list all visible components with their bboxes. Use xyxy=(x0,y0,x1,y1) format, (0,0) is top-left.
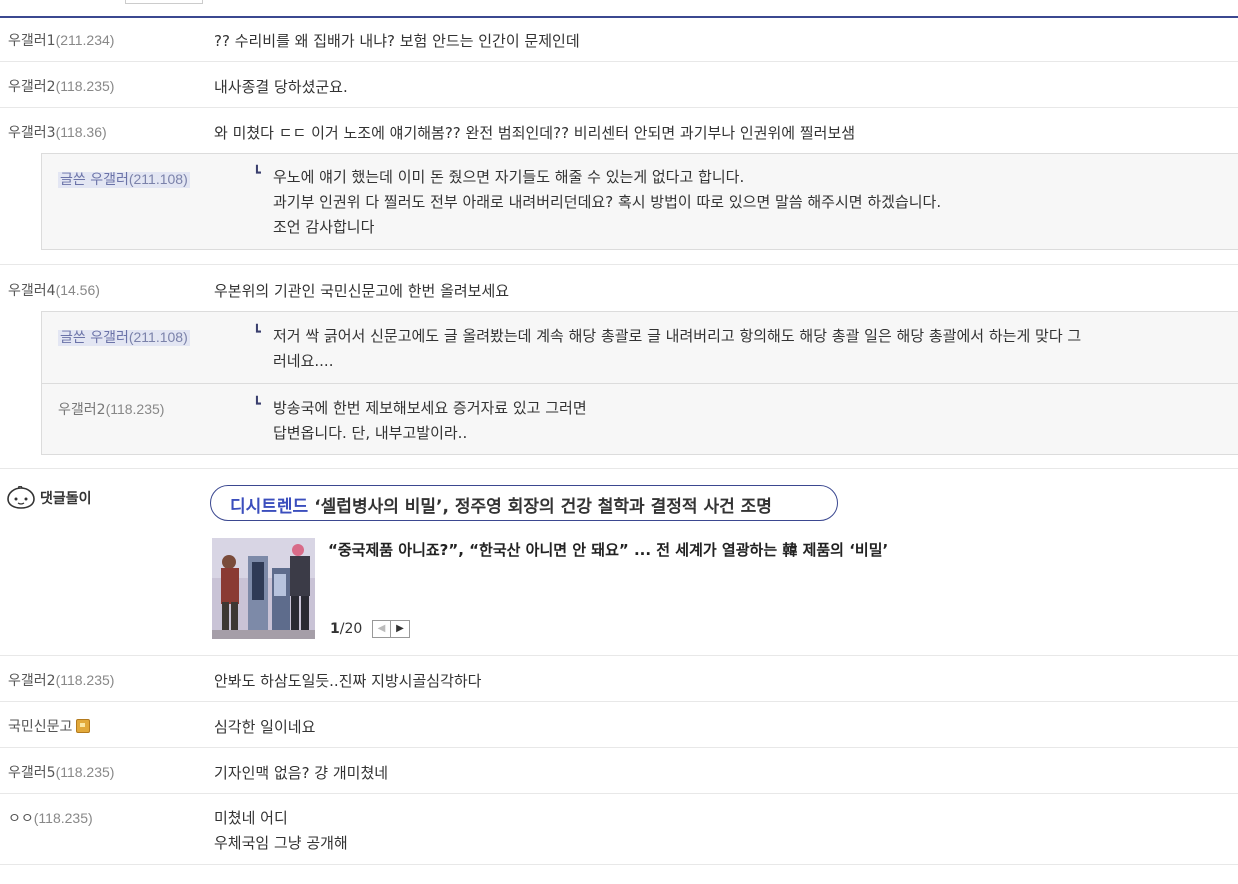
comment-text: ?? 수리비를 왜 집배가 내냐? 보험 안드는 인간이 문제인데 xyxy=(214,32,580,50)
reply-text: 우노에 얘기 했는데 이미 돈 줬으면 자기들도 해줄 수 있는게 없다고 합니… xyxy=(273,165,941,240)
comment-author[interactable]: 우갤러4(14.56) xyxy=(8,280,100,300)
fixed-nick-badge-icon xyxy=(76,719,91,733)
author-ip: (211.108) xyxy=(128,329,188,345)
author-name[interactable]: 우갤러2 xyxy=(8,79,56,95)
author-name[interactable]: 우갤러4 xyxy=(8,283,56,299)
author-ip: (118.235) xyxy=(55,672,115,688)
author-ip: (211.234) xyxy=(55,32,115,48)
reply-line: 방송국에 한번 제보해보세요 증거자료 있고 그러면 xyxy=(273,399,587,417)
tab-stub[interactable] xyxy=(125,0,203,4)
trend-headline-link[interactable]: 디시트렌드 ‘셀럽병사의 비밀’, 정주영 회장의 건강 철학과 결정적 사건 조… xyxy=(210,485,838,521)
reply-line: 러네요.... xyxy=(273,352,334,370)
brand-name: 디시트렌드 xyxy=(230,497,309,517)
comment-row: 우갤러2(118.235) 안봐도 하삼도일듯..진짜 지방시골심각하다 xyxy=(0,656,1238,702)
comment-row: 우갤러4(14.56) 우본위의 기관인 국민신문고에 한번 올려보세요 글쓴 … xyxy=(0,266,1238,469)
comment-text: 와 미쳤다 ㄷㄷ 이거 노조에 얘기해봄?? 완전 범죄인데?? 비리센터 안되… xyxy=(214,124,856,142)
chevron-right-icon[interactable]: ▶ xyxy=(391,620,410,638)
comment-row: 우갤러3(118.36) 와 미쳤다 ㄷㄷ 이거 노조에 얘기해봄?? 완전 범… xyxy=(0,108,1238,265)
reply-author[interactable]: 우갤러2(118.235) xyxy=(58,399,164,419)
comment-author[interactable]: 우갤러1(211.234) xyxy=(8,30,114,50)
reply-list: 글쓴 우갤러(211.108) ┗ 저거 싹 긁어서 신문고에도 글 올려봤는데… xyxy=(41,311,1238,455)
author-name[interactable]: 우갤러2 xyxy=(58,402,106,418)
author-ip: (118.235) xyxy=(33,810,93,826)
author-name[interactable]: ㅇㅇ xyxy=(8,811,34,827)
comment-line: 미쳤네 어디 xyxy=(214,809,288,827)
comment-row: 우갤러2(118.235) 내사종결 당하셨군요. xyxy=(0,62,1238,108)
author-ip: (14.56) xyxy=(55,282,100,298)
comment-line: 우체국임 그냥 공개해 xyxy=(214,834,348,852)
reply-arrow-icon: ┗ xyxy=(253,166,261,181)
comment-author[interactable]: 우갤러5(118.235) xyxy=(8,762,114,782)
author-name[interactable]: 우갤러3 xyxy=(8,125,56,141)
reply-line: 답변옵니다. 단, 내부고발이라.. xyxy=(273,424,468,442)
author-ip: (118.235) xyxy=(55,78,115,94)
author-ip: (118.36) xyxy=(55,124,107,140)
comment-author[interactable]: 국민신문고 xyxy=(8,716,91,736)
reply-text: 저거 싹 긁어서 신문고에도 글 올려봤는데 계속 해당 총괄로 글 내려버리고… xyxy=(273,324,1233,374)
comment-text: 내사종결 당하셨군요. xyxy=(214,78,348,96)
author-ip: (211.108) xyxy=(128,171,188,187)
reply-text: 방송국에 한번 제보해보세요 증거자료 있고 그러면 답변옵니다. 단, 내부고… xyxy=(273,396,587,446)
comment-text: 안봐도 하삼도일듯..진짜 지방시골심각하다 xyxy=(214,672,482,690)
comment-author[interactable]: 우갤러3(118.36) xyxy=(8,122,107,142)
comment-bot-label: 댓글돌이 xyxy=(40,491,92,507)
pager-total: /20 xyxy=(339,621,363,637)
comment-text: 미쳤네 어디 우체국임 그냥 공개해 xyxy=(214,806,348,856)
reply-list: 글쓴 우갤러(211.108) ┗ 우노에 얘기 했는데 이미 돈 줬으면 자기… xyxy=(41,153,1238,250)
comment-row: 국민신문고 심각한 일이네요 xyxy=(0,702,1238,748)
reply-line: 우노에 얘기 했는데 이미 돈 줬으면 자기들도 해줄 수 있는게 없다고 합니… xyxy=(273,168,745,186)
comment-bot-icon xyxy=(7,486,35,509)
reply-item: 글쓴 우갤러(211.108) ┗ 저거 싹 긁어서 신문고에도 글 올려봤는데… xyxy=(42,312,1238,383)
author-name[interactable]: 글쓴 우갤러 xyxy=(60,330,129,346)
reply-line: 저거 싹 긁어서 신문고에도 글 올려봤는데 계속 해당 총괄로 글 내려버리고… xyxy=(273,327,1082,345)
comment-text: 기자인맥 없음? 걍 개미쳤네 xyxy=(214,764,389,782)
comment-author[interactable]: ㅇㅇ(118.235) xyxy=(8,808,93,828)
author-ip: (118.235) xyxy=(55,764,115,780)
chevron-left-icon[interactable]: ◀ xyxy=(372,620,391,638)
comment-row: 우갤러5(118.235) 기자인맥 없음? 걍 개미쳤네 xyxy=(0,748,1238,794)
author-name[interactable]: 글쓴 우갤러 xyxy=(60,172,129,188)
author-name[interactable]: 우갤러1 xyxy=(8,33,56,49)
reply-arrow-icon: ┗ xyxy=(253,397,261,412)
reply-arrow-icon: ┗ xyxy=(253,325,261,340)
author-name[interactable]: 우갤러2 xyxy=(8,673,56,689)
comment-author[interactable]: 우갤러2(118.235) xyxy=(8,670,114,690)
reply-item: 글쓴 우갤러(211.108) ┗ 우노에 얘기 했는데 이미 돈 줬으면 자기… xyxy=(42,154,1238,249)
comment-text: 심각한 일이네요 xyxy=(214,718,316,736)
writer-tag[interactable]: 글쓴 우갤러(211.108) xyxy=(58,329,190,346)
comment-text: 우본위의 기관인 국민신문고에 한번 올려보세요 xyxy=(214,282,510,300)
top-divider xyxy=(0,0,1238,18)
reply-line: 조언 감사합니다 xyxy=(273,218,375,236)
reply-author[interactable]: 글쓴 우갤러(211.108) xyxy=(58,169,190,189)
comment-row: ㅇㅇ(118.235) 미쳤네 어디 우체국임 그냥 공개해 xyxy=(0,794,1238,865)
comment-row: 우갤러1(211.234) ?? 수리비를 왜 집배가 내냐? 보험 안드는 인… xyxy=(0,17,1238,62)
news-thumbnail[interactable] xyxy=(212,538,315,639)
reply-author[interactable]: 글쓴 우갤러(211.108) xyxy=(58,327,190,347)
trend-headline: ‘셀럽병사의 비밀’, 정주영 회장의 건강 철학과 결정적 사건 조명 xyxy=(314,497,772,517)
news-title[interactable]: “중국제품 아니죠?”, “한국산 아니면 안 돼요” ... 전 세계가 열광… xyxy=(328,539,888,560)
author-name[interactable]: 우갤러5 xyxy=(8,765,56,781)
comment-author[interactable]: 우갤러2(118.235) xyxy=(8,76,114,96)
pager-current: 1 xyxy=(330,621,340,637)
writer-tag[interactable]: 글쓴 우갤러(211.108) xyxy=(58,171,190,188)
news-pager: 1/20 xyxy=(330,621,362,637)
reply-line: 과기부 인권위 다 찔러도 전부 아래로 내려버리던데요? 혹시 방법이 따로 … xyxy=(273,193,942,211)
author-name[interactable]: 국민신문고 xyxy=(8,719,72,735)
reply-item: 우갤러2(118.235) ┗ 방송국에 한번 제보해보세요 증거자료 있고 그… xyxy=(42,384,1238,454)
author-ip: (118.235) xyxy=(105,401,165,417)
